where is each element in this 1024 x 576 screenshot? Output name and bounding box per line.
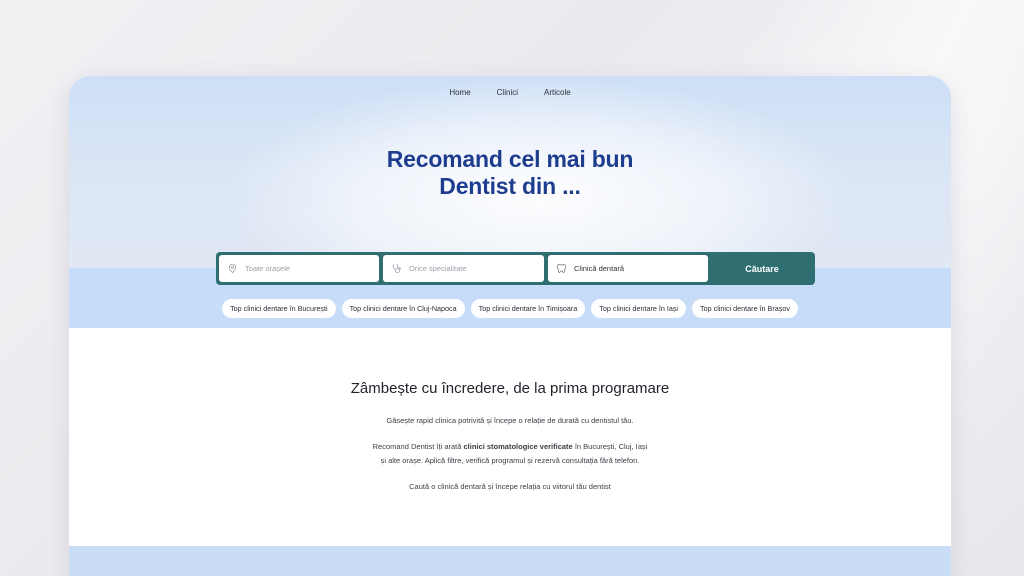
chip-bucuresti[interactable]: Top clinici dentare în București bbox=[222, 299, 336, 318]
intro-p2-text: Recomand Dentist îți arată bbox=[372, 442, 464, 451]
clinic-type-value: Clinică dentară bbox=[574, 264, 625, 273]
top-nav: Home Clinici Articole bbox=[69, 88, 951, 97]
location-pin-icon bbox=[228, 263, 237, 274]
specialty-input[interactable] bbox=[409, 264, 539, 273]
search-button[interactable]: Căutare bbox=[712, 255, 812, 282]
chip-iasi[interactable]: Top clinici dentare în Iași bbox=[591, 299, 687, 318]
browser-page: Home Clinici Articole Recomand cel mai b… bbox=[69, 76, 951, 576]
intro-paragraph-3: Caută o clinică dentară și începe relați… bbox=[409, 482, 611, 491]
intro-p2-bold: clinici stomatologice verificate bbox=[463, 442, 573, 451]
hero-section: Home Clinici Articole Recomand cel mai b… bbox=[69, 76, 951, 328]
title-line-1: Recomand cel mai bun bbox=[386, 146, 634, 172]
city-chips: Top clinici dentare în București Top cli… bbox=[69, 299, 951, 318]
clinic-type-select[interactable]: Clinică dentară bbox=[548, 255, 708, 282]
intro-paragraph-2: Recomand Dentist îți arată clinici stoma… bbox=[69, 440, 951, 468]
intro-section: Zâmbește cu încredere, de la prima progr… bbox=[69, 328, 951, 546]
city-input[interactable] bbox=[245, 264, 375, 273]
chip-brasov[interactable]: Top clinici dentare în Brașov bbox=[692, 299, 798, 318]
intro-paragraph-1: Găsește rapid clinica potrivită și încep… bbox=[386, 416, 634, 425]
stethoscope-icon bbox=[392, 264, 401, 273]
nav-home[interactable]: Home bbox=[449, 88, 470, 97]
specialty-field[interactable] bbox=[383, 255, 544, 282]
intro-p2-line-2: și alte orașe. Aplică filtre, verifică p… bbox=[380, 456, 640, 465]
footer-band bbox=[69, 546, 951, 576]
chip-cluj-napoca[interactable]: Top clinici dentare în Cluj-Napoca bbox=[341, 299, 465, 318]
city-field[interactable] bbox=[219, 255, 379, 282]
tooth-icon bbox=[556, 264, 567, 274]
nav-articole[interactable]: Articole bbox=[544, 88, 571, 97]
intro-p2-text-after: în București, Cluj, Iași bbox=[572, 442, 648, 451]
intro-heading: Zâmbește cu încredere, de la prima progr… bbox=[350, 380, 670, 397]
page-title: Recomand cel mai bun Dentist din ... bbox=[69, 146, 951, 200]
chip-timisoara[interactable]: Top clinici dentare în Timișoara bbox=[470, 299, 586, 318]
title-line-2: Dentist din ... bbox=[439, 173, 581, 199]
search-bar: Clinică dentară Căutare bbox=[216, 252, 815, 285]
nav-clinici[interactable]: Clinici bbox=[497, 88, 518, 97]
